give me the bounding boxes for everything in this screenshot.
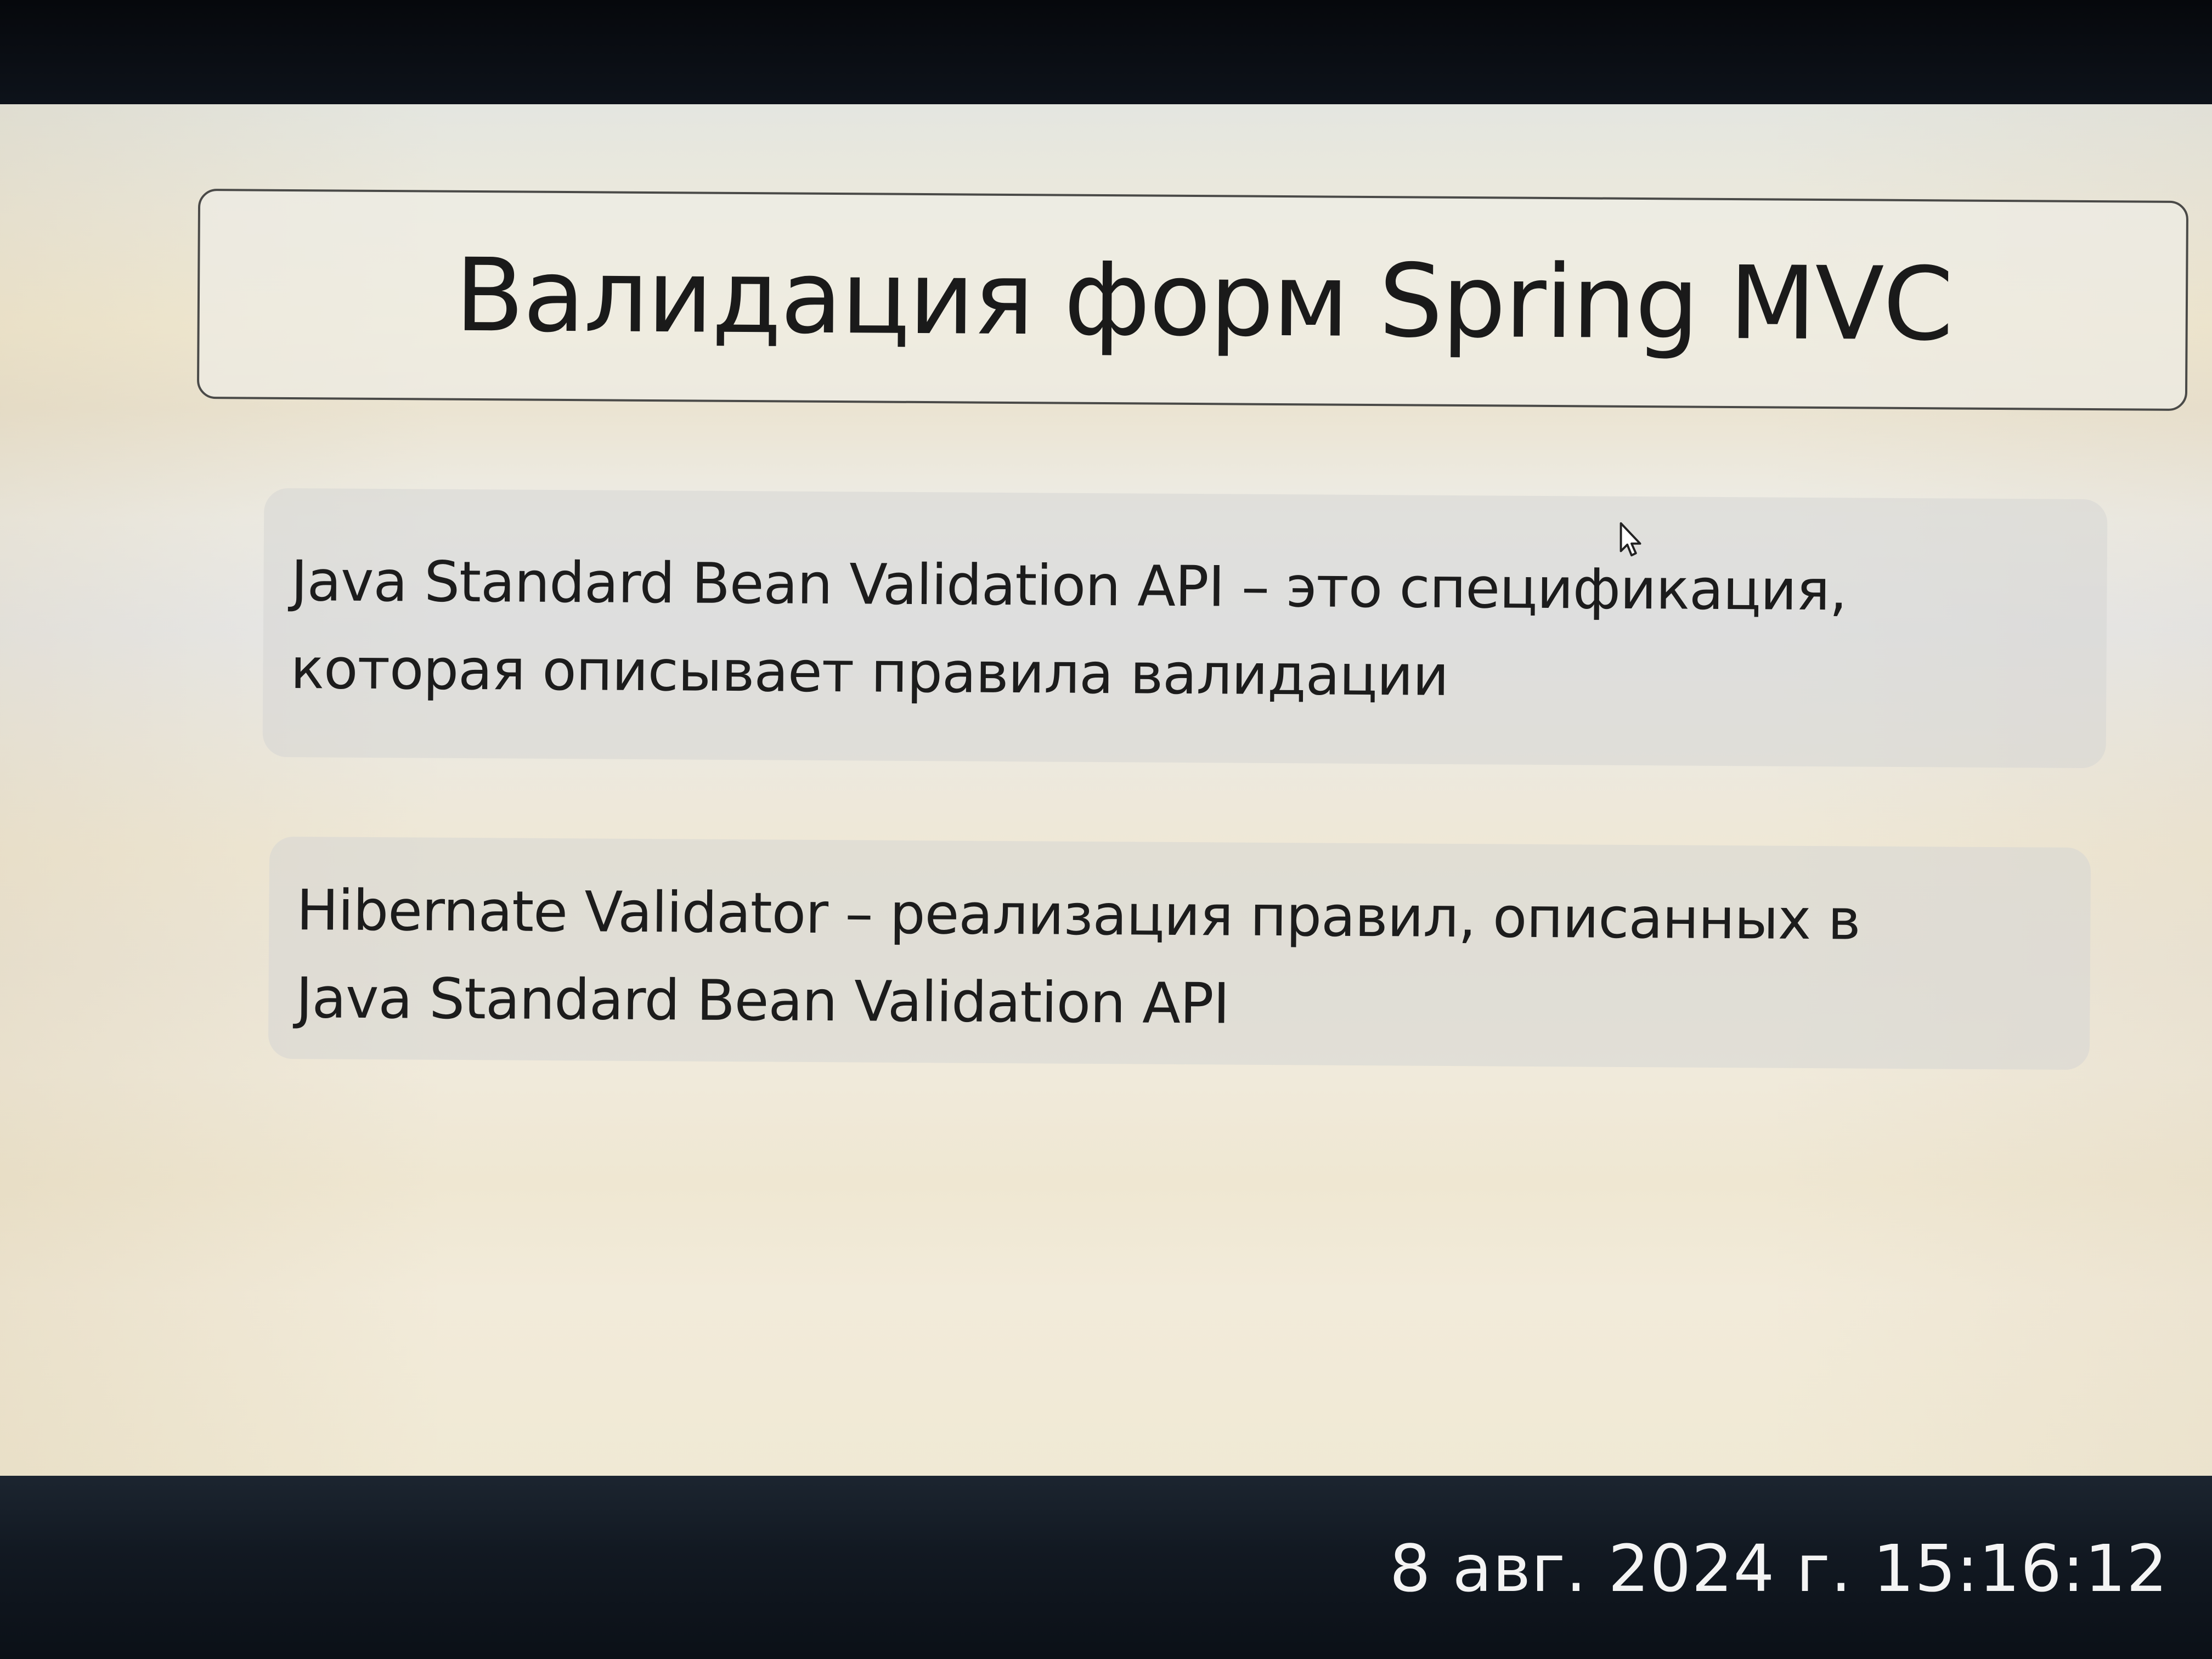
presentation-slide: Валидация форм Spring MVC Java Standard …: [0, 104, 2212, 1487]
mouse-pointer-icon: [1620, 522, 1641, 557]
content-block-hibernate-validator: Hibernate Validator – реализация правил,…: [268, 836, 2091, 1070]
monitor-top-bezel: [0, 0, 2212, 110]
content-block-text: Java Standard Bean Validation API – это …: [290, 538, 2085, 724]
content-line: Java Standard Bean Validation API – это …: [291, 549, 1847, 624]
content-block-text: Hibernate Validator – реализация правил,…: [296, 867, 2069, 1053]
slide-title-box: Валидация форм Spring MVC: [196, 188, 2189, 411]
content-line: Hibernate Validator – реализация правил,…: [296, 878, 1861, 953]
content-line: которая описывает правила валидации: [290, 636, 1449, 709]
content-block-bean-validation: Java Standard Bean Validation API – это …: [262, 488, 2108, 769]
content-line: Java Standard Bean Validation API: [296, 966, 1229, 1037]
slide-title: Валидация форм Spring MVC: [454, 236, 1953, 363]
photo-frame: Валидация форм Spring MVC Java Standard …: [0, 0, 2212, 1659]
photo-timestamp: 8 авг. 2024 г. 15:16:12: [1389, 1531, 2168, 1606]
